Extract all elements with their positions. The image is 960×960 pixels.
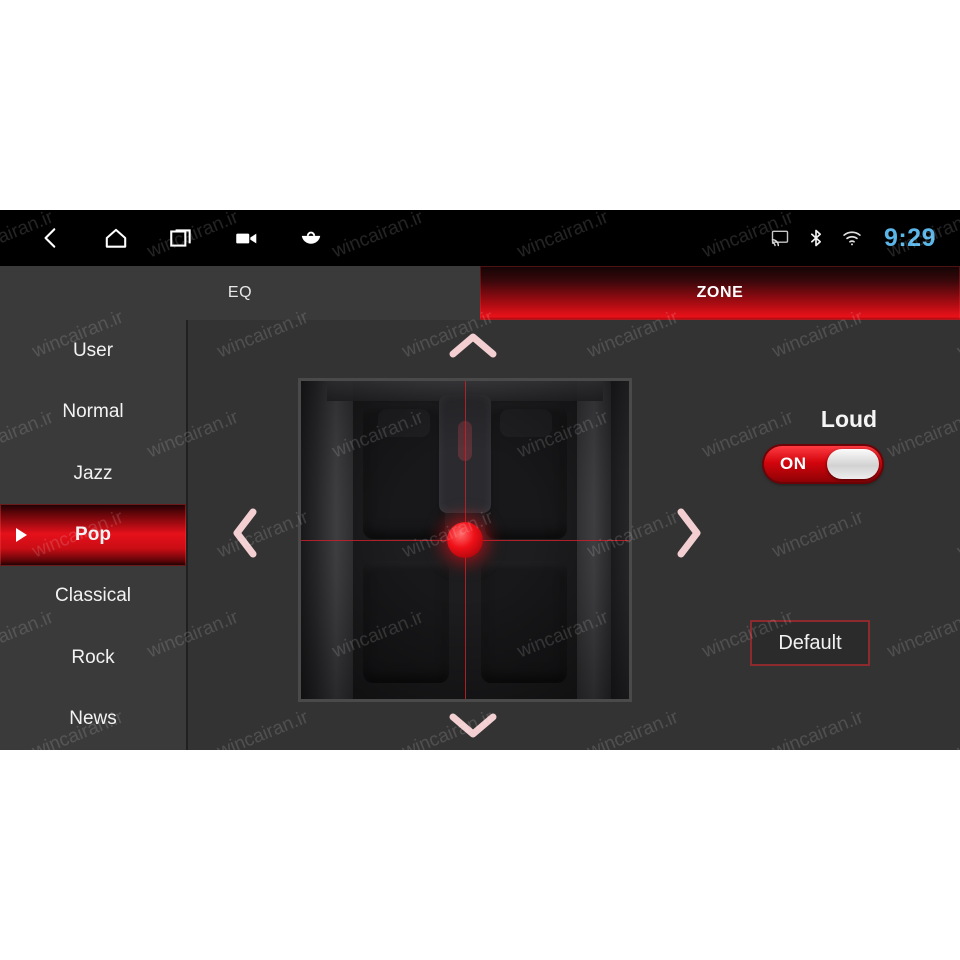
bluetooth-icon: [806, 228, 826, 248]
bag-icon[interactable]: [298, 225, 324, 251]
selected-triangle-icon: [16, 527, 27, 542]
fader-left-arrow[interactable]: [230, 506, 260, 560]
car-cabin-zone-pad[interactable]: [298, 378, 632, 702]
tab-zone[interactable]: ZONE: [480, 266, 960, 320]
navigation-button-group: [38, 225, 324, 251]
right-control-panel: Loud ON Default: [738, 320, 960, 750]
system-indicator-group: 9:29: [770, 210, 936, 266]
recents-icon[interactable]: [168, 225, 194, 251]
status-clock: 9:29: [883, 223, 936, 252]
toggle-knob[interactable]: [827, 449, 879, 479]
main-content: User Normal Jazz Pop Classical Rock News…: [0, 320, 960, 750]
default-button[interactable]: Default: [750, 620, 870, 666]
loudness-toggle[interactable]: ON: [764, 446, 882, 482]
tab-eq[interactable]: EQ: [0, 266, 480, 320]
eq-preset-list: User Normal Jazz Pop Classical Rock News: [0, 320, 188, 750]
preset-item-rock[interactable]: Rock: [0, 627, 186, 688]
zone-position-dot[interactable]: [447, 522, 483, 558]
preset-label: Classical: [54, 585, 132, 607]
loudness-label: Loud: [820, 406, 878, 432]
device-screen: 9:29 EQ ZONE User Normal Jazz Pop Classi…: [0, 210, 960, 750]
preset-label: Normal: [62, 401, 124, 423]
fader-up-arrow[interactable]: [447, 330, 499, 360]
preset-item-classical[interactable]: Classical: [0, 566, 186, 627]
fader-down-arrow[interactable]: [447, 710, 499, 740]
preset-item-jazz[interactable]: Jazz: [0, 443, 186, 504]
preset-label: Jazz: [73, 462, 113, 484]
zone-fader-control: [188, 320, 738, 750]
preset-item-pop[interactable]: Pop: [0, 504, 186, 566]
wifi-icon: [842, 228, 862, 248]
fader-right-arrow[interactable]: [674, 506, 704, 560]
preset-label: Pop: [75, 523, 111, 545]
preset-item-news[interactable]: News: [0, 689, 186, 750]
preset-label: News: [69, 708, 117, 730]
tab-bar: EQ ZONE: [0, 266, 960, 320]
loudness-state-label: ON: [780, 454, 807, 473]
home-icon[interactable]: [103, 225, 129, 251]
preset-label: Rock: [71, 646, 115, 668]
preset-label: User: [72, 339, 114, 361]
preset-item-normal[interactable]: Normal: [0, 381, 186, 442]
preset-item-user[interactable]: User: [0, 320, 186, 381]
back-icon[interactable]: [38, 225, 64, 251]
video-camera-icon[interactable]: [233, 225, 259, 251]
cast-icon: [770, 228, 790, 248]
android-status-bar: 9:29: [0, 210, 960, 266]
